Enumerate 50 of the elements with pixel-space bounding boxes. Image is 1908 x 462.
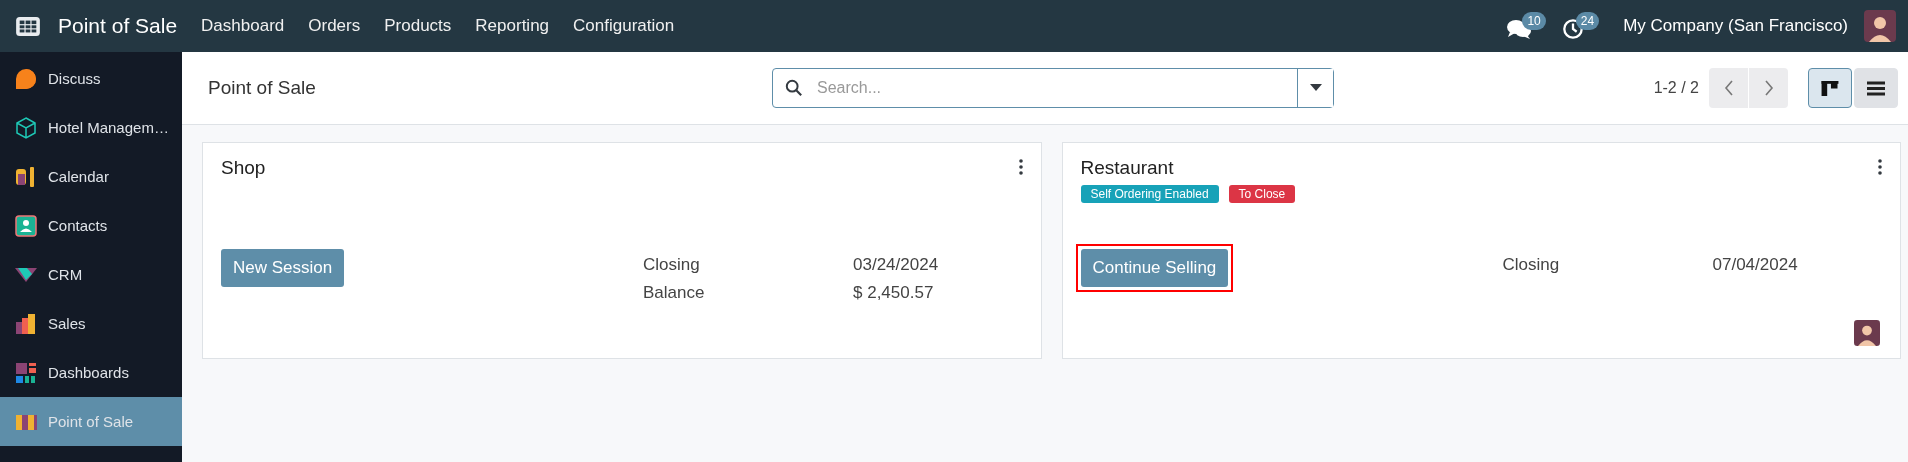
search-bar[interactable]: Search...: [772, 68, 1334, 108]
menu-link[interactable]: Dashboard: [201, 16, 285, 36]
chevron-left-icon: [1723, 80, 1734, 96]
chevron-right-icon: [1763, 80, 1774, 96]
search-icon: [785, 79, 803, 97]
more-options-icon[interactable]: [1878, 159, 1882, 175]
info-label: Balance: [643, 283, 706, 303]
page-title: Point of Sale: [208, 77, 317, 99]
session-button[interactable]: Continue Selling: [1080, 249, 1229, 287]
info-label: Closing: [1502, 255, 1561, 275]
info-value: 03/24/2024: [853, 255, 939, 275]
card-title: Restaurant: [1080, 157, 1175, 179]
sidebar-item[interactable]: Discuss: [0, 54, 182, 103]
menu-link[interactable]: Products: [384, 16, 452, 36]
kanban-icon: [1821, 80, 1839, 96]
message-count-badge: 10: [1522, 12, 1546, 30]
company-switcher[interactable]: My Company (San Francisco): [1623, 16, 1848, 36]
sidebar-item[interactable]: Hotel Managem…: [0, 103, 182, 152]
contact-card-icon: [14, 213, 38, 238]
menu-link[interactable]: Configuration: [573, 16, 675, 36]
more-options-icon[interactable]: [1018, 159, 1023, 175]
status-tag: To Close: [1228, 185, 1296, 203]
cube-icon: [14, 115, 38, 140]
card-title: Shop: [221, 157, 266, 179]
user-avatar[interactable]: [1864, 10, 1896, 42]
sidebar-item[interactable]: Calendar: [0, 152, 182, 201]
info-value: 07/04/2024: [1712, 255, 1798, 275]
sidebar-item[interactable]: Dashboards: [0, 348, 182, 397]
kanban-view-button[interactable]: [1808, 68, 1852, 108]
info-value: $ 2,450.57: [853, 283, 935, 303]
bar-chart-icon: [14, 311, 38, 336]
search-input[interactable]: Search...: [815, 78, 1297, 98]
session-button[interactable]: New Session: [221, 249, 345, 287]
dashboard-icon: [14, 360, 38, 385]
sidebar-item[interactable]: Contacts: [0, 201, 182, 250]
app-name-link[interactable]: Point of Sale: [58, 14, 178, 38]
list-view-button[interactable]: [1854, 68, 1898, 108]
apps-menu-icon[interactable]: [16, 16, 40, 36]
menu-link[interactable]: Orders: [308, 16, 361, 36]
pager-value: 1-2 / 2: [1653, 79, 1699, 97]
status-tag: Self Ordering Enabled: [1080, 185, 1219, 203]
sidebar-item[interactable]: Sales: [0, 299, 182, 348]
info-label: Closing: [643, 255, 701, 275]
activity-count-badge: 24: [1575, 12, 1600, 30]
search-options-toggle[interactable]: [1297, 69, 1333, 107]
menu-link[interactable]: Reporting: [475, 16, 550, 36]
speech-bubble-icon: [14, 66, 38, 91]
sidebar-item[interactable]: CRM: [0, 250, 182, 299]
list-icon: [1867, 80, 1885, 96]
caret-icon: [1309, 84, 1322, 92]
